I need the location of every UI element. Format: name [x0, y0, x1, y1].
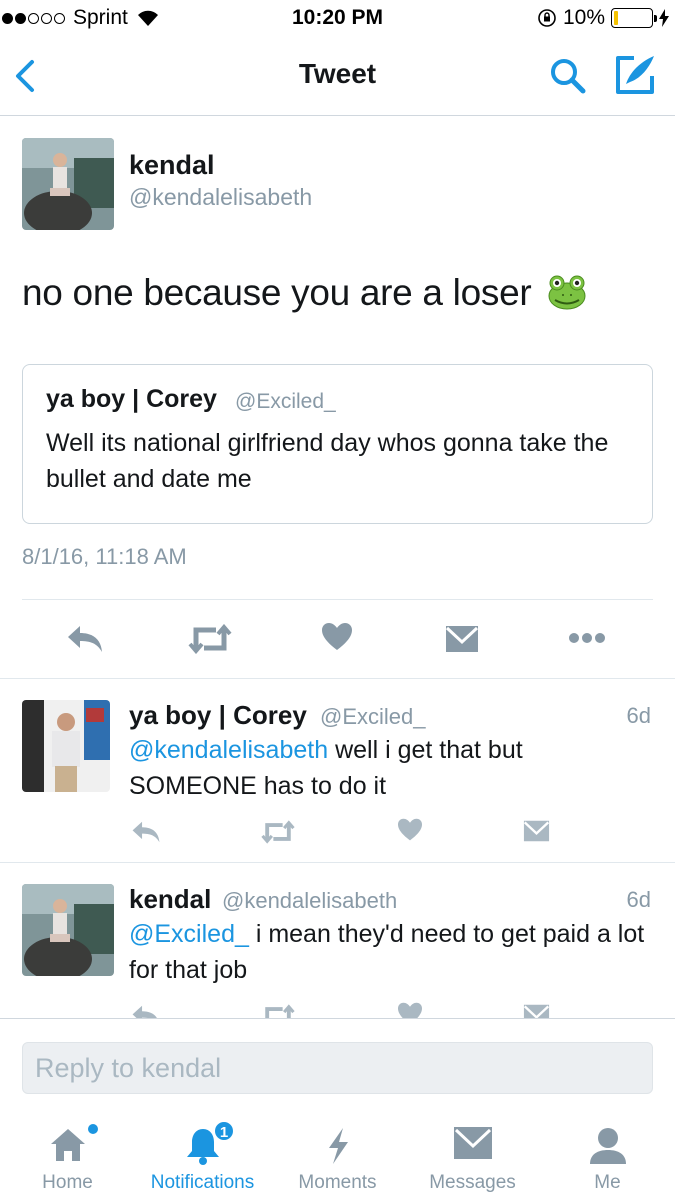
reply-icon[interactable] — [66, 624, 104, 654]
retweet-icon[interactable] — [261, 1004, 295, 1018]
status-bar: Sprint 10:20 PM 10% — [0, 0, 675, 38]
tweet-text: no one because you are a loser — [22, 272, 587, 314]
person-icon — [589, 1128, 626, 1164]
divider — [0, 1018, 675, 1019]
reply-text: @Exciled_ i mean they'd need to get paid… — [129, 916, 654, 988]
reply-time: 6d — [626, 887, 651, 912]
tab-me[interactable]: Me — [540, 1108, 675, 1200]
direct-message-icon[interactable] — [523, 820, 550, 842]
search-icon[interactable] — [548, 56, 588, 96]
envelope-icon — [453, 1127, 492, 1159]
reply-author-name: kendal — [129, 884, 212, 914]
charging-bolt-icon — [659, 9, 669, 27]
tweet-timestamp: 8/1/16, 11:18 AM — [22, 544, 187, 569]
mention-link[interactable]: @Exciled_ — [129, 920, 249, 948]
reply-input[interactable] — [23, 1043, 652, 1093]
more-options-icon[interactable] — [568, 632, 606, 644]
tab-label: Home — [42, 1172, 93, 1193]
reply-icon[interactable] — [131, 820, 161, 844]
kendal-avatar[interactable] — [22, 884, 114, 976]
tab-messages[interactable]: Messages — [405, 1108, 540, 1200]
reply-text: @kendalelisabeth well i get that but SOM… — [129, 732, 654, 804]
like-heart-icon[interactable] — [321, 622, 353, 652]
tab-label: Notifications — [150, 1172, 255, 1193]
quoted-author-name: ya boy | Corey — [46, 385, 217, 413]
tab-moments[interactable]: Moments — [270, 1108, 405, 1200]
tweet-text-body: no one because you are a loser — [22, 272, 532, 313]
battery-icon — [611, 8, 657, 28]
reply-author-handle: @kendalelisabeth — [222, 888, 398, 913]
battery-percent: 10% — [562, 6, 605, 29]
battery-fill — [614, 11, 618, 25]
tab-label: Me — [594, 1172, 621, 1193]
nav-bar: Tweet — [0, 38, 675, 116]
reply-author-handle: @Exciled_ — [320, 704, 426, 729]
divider — [0, 678, 675, 679]
quoted-tweet-card[interactable]: ya boy | Corey @Exciled_ Well its nation… — [22, 364, 653, 524]
author-handle[interactable]: @kendalelisabeth — [129, 184, 312, 211]
tab-home[interactable]: Home — [0, 1108, 135, 1200]
tweet-action-bar — [0, 600, 675, 678]
tab-label: Moments — [298, 1172, 377, 1193]
reply-icon[interactable] — [131, 1004, 161, 1018]
lightning-icon — [328, 1128, 348, 1164]
retweet-icon[interactable] — [261, 820, 295, 844]
tab-label: Messages — [429, 1172, 516, 1193]
quoted-author-handle: @Exciled_ — [235, 390, 336, 413]
mention-link[interactable]: @kendalelisabeth — [129, 736, 328, 764]
reply-tweet[interactable]: ya boy | Corey @Exciled_ 6d @kendalelisa… — [0, 700, 675, 860]
notification-badge: 1 — [213, 1120, 235, 1142]
reply-time: 6d — [626, 703, 651, 728]
retweet-icon[interactable] — [188, 624, 232, 654]
orientation-lock-icon — [538, 9, 556, 27]
divider — [0, 862, 675, 863]
kendal-avatar[interactable] — [22, 138, 114, 230]
tab-notifications[interactable]: 1 Notifications — [135, 1108, 270, 1200]
direct-message-icon[interactable] — [523, 1004, 550, 1018]
unread-dot — [88, 1124, 98, 1134]
frog-face-emoji-icon — [548, 275, 586, 310]
kendal-avatar-image — [22, 138, 114, 230]
kendal-avatar-image — [22, 884, 114, 976]
direct-message-icon[interactable] — [445, 625, 479, 653]
corey-avatar-image — [22, 700, 110, 792]
like-heart-icon[interactable] — [397, 1002, 423, 1018]
corey-avatar[interactable] — [22, 700, 110, 792]
compose-tweet-icon[interactable] — [612, 52, 658, 98]
tab-bar: Home 1 Notifications Moments Messages Me — [0, 1108, 675, 1200]
author-name[interactable]: kendal — [129, 150, 215, 181]
status-right: 10% — [537, 6, 669, 30]
reply-author-name: ya boy | Corey — [129, 700, 307, 730]
home-icon — [50, 1129, 85, 1161]
quoted-tweet-text: Well its national girlfriend day whos go… — [46, 429, 609, 493]
reply-tweet[interactable]: kendal @kendalelisabeth 6d @Exciled_ i m… — [0, 884, 675, 1018]
reply-composer[interactable] — [22, 1042, 653, 1094]
like-heart-icon[interactable] — [397, 818, 423, 842]
